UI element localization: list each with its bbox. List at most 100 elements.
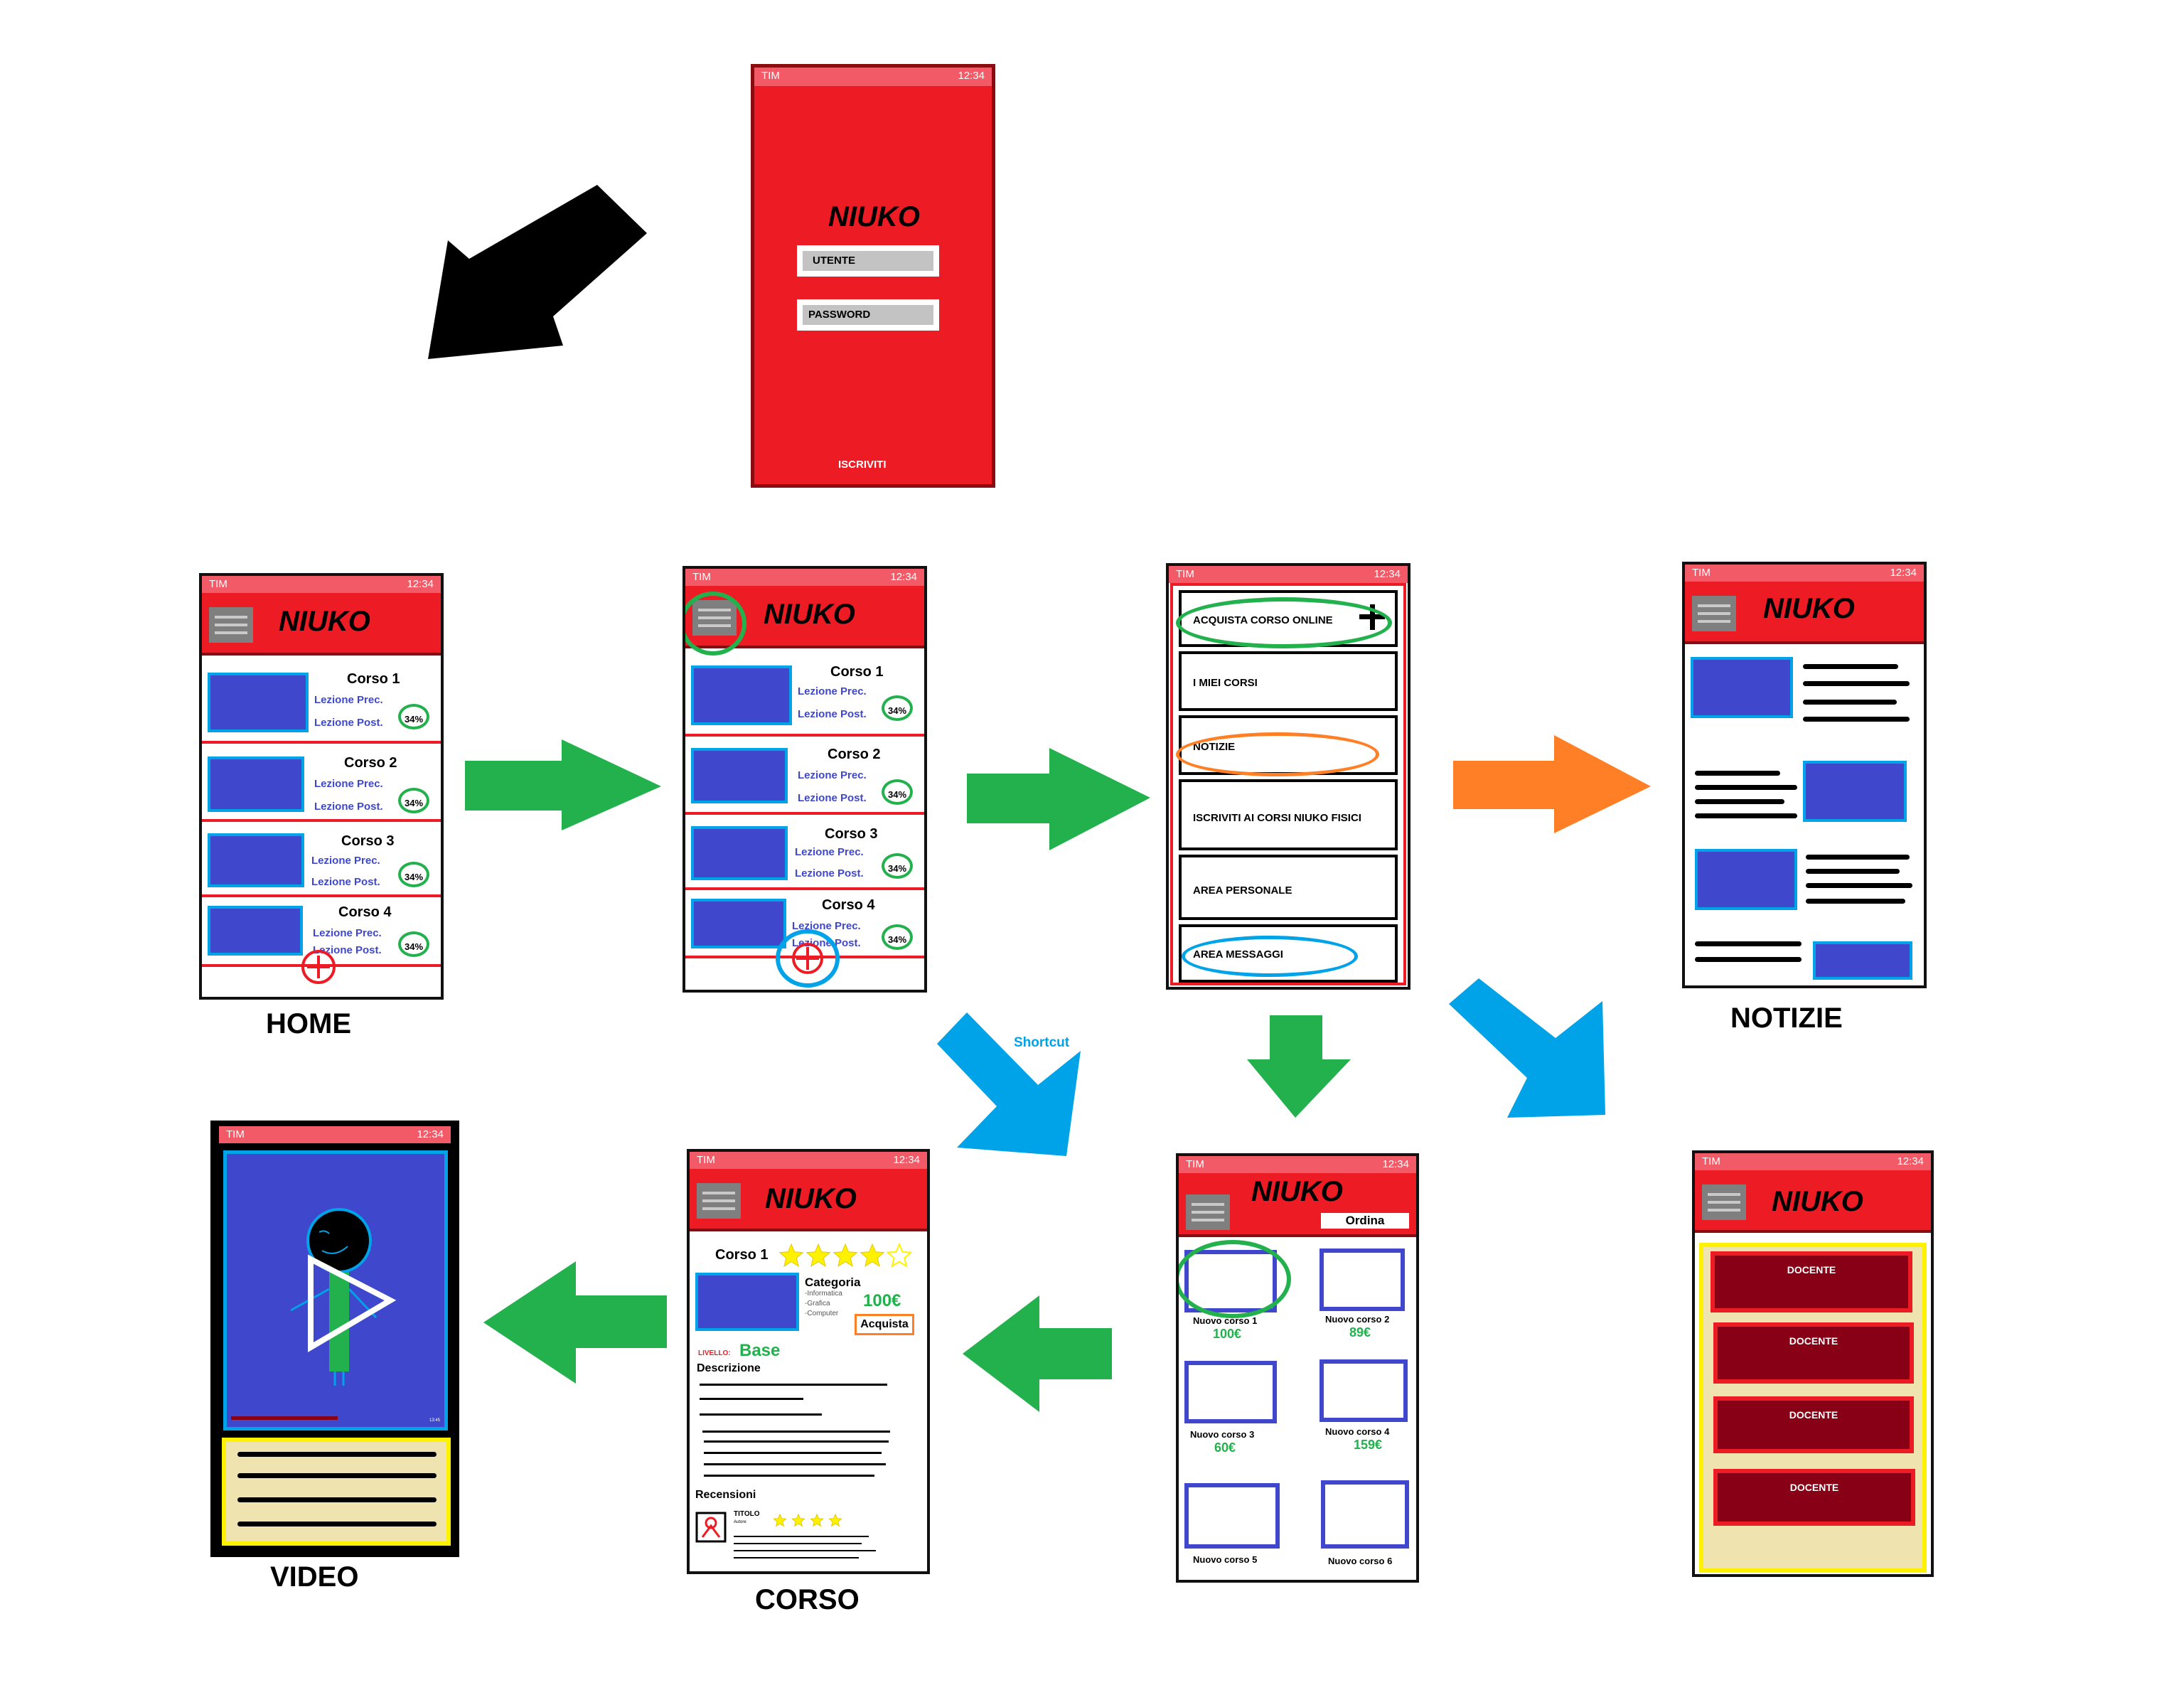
progress-badge: 34%	[882, 695, 913, 721]
teacher-card[interactable]: DOCENTE	[1713, 1396, 1914, 1453]
catalog-item-price: 89€	[1349, 1325, 1371, 1340]
next-lesson-link[interactable]: Lezione Post.	[798, 792, 867, 804]
prev-lesson-link[interactable]: Lezione Prec.	[314, 778, 383, 790]
app-header: NIUKO	[690, 1169, 927, 1231]
catalog-item-thumbnail[interactable]	[1320, 1359, 1408, 1422]
course-title[interactable]: Corso 4	[822, 897, 874, 914]
star-icon	[791, 1513, 805, 1527]
menu-icon[interactable]	[1702, 1185, 1746, 1220]
signup-link[interactable]: ISCRIVITI	[838, 459, 887, 471]
arrow-to-catalog	[1247, 1015, 1351, 1118]
course-thumbnail[interactable]	[691, 826, 788, 880]
prev-lesson-link[interactable]: Lezione Prec.	[798, 769, 867, 781]
carrier-label: TIM	[761, 70, 780, 82]
next-lesson-link[interactable]: Lezione Post.	[311, 876, 380, 888]
star-icon	[810, 1513, 824, 1527]
video-player[interactable]: 13:45	[223, 1150, 448, 1431]
next-lesson-link[interactable]: Lezione Post.	[314, 717, 383, 729]
prev-lesson-link[interactable]: Lezione Prec.	[314, 694, 383, 706]
carrier-label: TIM	[1692, 567, 1711, 579]
course-title[interactable]: Corso 3	[825, 826, 877, 843]
clock-label: 12:34	[958, 70, 985, 82]
menu-icon[interactable]	[1692, 596, 1736, 631]
course-thumbnail[interactable]	[208, 833, 304, 887]
level-value: Base	[739, 1341, 781, 1360]
text-line	[734, 1543, 862, 1544]
highlight-buy-course	[1176, 597, 1392, 648]
teacher-card[interactable]: DOCENTE	[1713, 1469, 1915, 1526]
username-field[interactable]: UTENTE	[797, 245, 939, 277]
carrier-label: TIM	[1702, 1155, 1720, 1167]
app-title: NIUKO	[279, 606, 370, 637]
news-image[interactable]	[1695, 849, 1797, 910]
rating-stars-icon	[778, 1243, 913, 1268]
next-lesson-link[interactable]: Lezione Post.	[795, 867, 864, 879]
prev-lesson-link[interactable]: Lezione Prec.	[795, 846, 864, 858]
course-thumbnail[interactable]	[208, 756, 304, 812]
clock-label: 12:34	[417, 1128, 444, 1140]
catalog-item-thumbnail[interactable]	[1184, 1483, 1280, 1549]
text-line	[700, 1398, 803, 1400]
course-title[interactable]: Corso 4	[338, 904, 391, 921]
prev-lesson-link[interactable]: Lezione Prec.	[311, 855, 380, 867]
menu-icon[interactable]	[697, 1183, 741, 1219]
course-detail-thumbnail[interactable]	[695, 1273, 799, 1331]
password-field[interactable]: PASSWORD	[797, 299, 939, 331]
catalog-item-thumbnail[interactable]	[1320, 1248, 1405, 1311]
next-lesson-link[interactable]: Lezione Post.	[798, 708, 867, 720]
course-thumbnail[interactable]	[208, 673, 309, 732]
progress-badge: 34%	[398, 704, 429, 729]
text-line	[1695, 957, 1802, 962]
course-thumbnail[interactable]	[691, 748, 788, 803]
course-title[interactable]: Corso 2	[828, 747, 880, 763]
course-title[interactable]: Corso 1	[830, 664, 883, 680]
app-title: NIUKO	[765, 1183, 857, 1214]
teacher-card[interactable]: DOCENTE	[1711, 1251, 1912, 1312]
menu-item-physical-courses[interactable]: ISCRIVITI AI CORSI NIUKO FISICI	[1179, 779, 1398, 850]
menu-icon[interactable]	[209, 607, 253, 643]
course-thumbnail[interactable]	[691, 899, 786, 948]
course-thumbnail[interactable]	[208, 906, 303, 956]
catalog-item-thumbnail[interactable]	[1184, 1361, 1277, 1423]
text-line	[237, 1473, 437, 1478]
sort-button[interactable]: Ordina	[1321, 1213, 1409, 1229]
video-progress-bar[interactable]	[231, 1416, 338, 1420]
text-line	[704, 1463, 886, 1465]
text-line	[1806, 855, 1910, 860]
teacher-card[interactable]: DOCENTE	[1713, 1322, 1914, 1384]
clock-label: 12:34	[1382, 1158, 1409, 1170]
user-avatar-icon	[695, 1512, 727, 1543]
course-thumbnail[interactable]	[691, 665, 792, 725]
text-line	[237, 1497, 437, 1502]
news-image[interactable]	[1691, 657, 1793, 718]
menu-icon[interactable]	[1186, 1194, 1230, 1230]
buy-button[interactable]: Acquista	[855, 1314, 914, 1335]
add-course-fab-icon[interactable]	[300, 948, 337, 985]
catalog-item-thumbnail[interactable]	[1321, 1480, 1409, 1549]
clock-label: 12:34	[890, 571, 917, 583]
clock-label: 12:34	[1890, 567, 1917, 579]
news-screen: TIM 12:34 NIUKO	[1682, 562, 1927, 988]
menu-item-my-courses[interactable]: I MIEI CORSI	[1179, 651, 1398, 711]
arrow-home-to-menu-open	[465, 739, 661, 830]
next-lesson-link[interactable]: Lezione Post.	[314, 801, 383, 813]
play-icon[interactable]	[305, 1253, 397, 1353]
course-title[interactable]: Corso 2	[344, 755, 397, 771]
clock-label: 12:34	[1374, 568, 1401, 580]
course-detail-title: Corso 1	[715, 1247, 769, 1263]
description-label: Descrizione	[697, 1362, 761, 1374]
news-image[interactable]	[1803, 761, 1907, 822]
prev-lesson-link[interactable]: Lezione Prec.	[798, 685, 867, 697]
prev-lesson-link[interactable]: Lezione Prec.	[313, 927, 382, 939]
status-bar: TIM 12:34	[1685, 565, 1924, 582]
status-bar: TIM 12:34	[1169, 566, 1408, 583]
menu-item-personal-area[interactable]: AREA PERSONALE	[1179, 855, 1398, 920]
side-menu-screen: TIM 12:34 ACQUISTA CORSO ONLINE I MIEI C…	[1166, 563, 1410, 990]
course-label: CORSO	[755, 1584, 860, 1615]
course-title[interactable]: Corso 3	[341, 833, 394, 850]
add-course-fab-icon[interactable]	[774, 927, 842, 991]
course-title[interactable]: Corso 1	[347, 671, 400, 688]
news-image[interactable]	[1813, 941, 1912, 980]
star-icon	[828, 1513, 842, 1527]
category-item: -Grafica	[805, 1300, 830, 1308]
